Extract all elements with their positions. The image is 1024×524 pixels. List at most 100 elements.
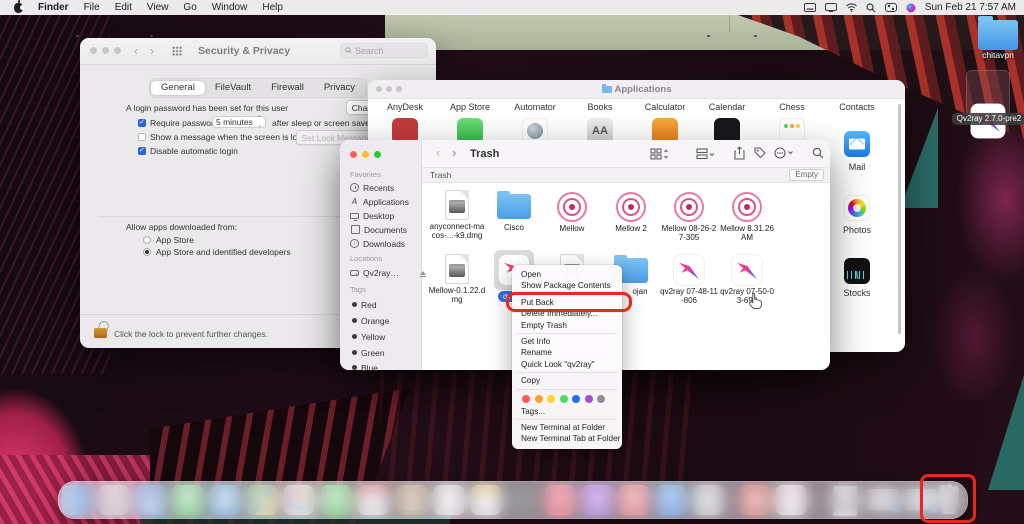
tag-yellow[interactable] xyxy=(547,395,555,403)
disable-auto-login-checkbox[interactable]: ✓ xyxy=(138,147,146,155)
stocks-app-icon[interactable] xyxy=(844,258,870,284)
file-mellow[interactable]: Mellow xyxy=(543,190,601,233)
security-search-field[interactable]: Search xyxy=(340,43,428,58)
menu-edit[interactable]: Edit xyxy=(115,2,132,13)
file-mellow-dmg[interactable]: Mellow-0.1.22.dmg xyxy=(428,254,486,304)
sidebar-item-desktop[interactable]: Desktop xyxy=(340,209,432,222)
sidebar-tag-blue[interactable]: Blue xyxy=(340,361,432,374)
sidebar-item-documents[interactable]: Documents xyxy=(340,223,432,236)
tag-blue[interactable] xyxy=(572,395,580,403)
app-label-appstore[interactable]: App Store xyxy=(450,102,490,112)
menu-item-quick-look[interactable]: Quick Look "qv2ray" xyxy=(512,359,622,370)
menu-item-copy[interactable]: Copy xyxy=(512,375,622,386)
close-button[interactable] xyxy=(350,151,357,158)
sidebar-item-qv2ray-disk[interactable]: Qv2ray… xyxy=(340,266,432,279)
forward-icon[interactable]: › xyxy=(150,45,154,57)
forward-icon[interactable]: › xyxy=(452,147,456,159)
sidebar-tag-yellow[interactable]: Yellow xyxy=(340,330,432,343)
tab-firewall[interactable]: Firewall xyxy=(261,81,314,95)
require-password-checkbox[interactable]: ✓ xyxy=(138,119,146,127)
zoom-button[interactable] xyxy=(114,47,121,54)
mail-app-icon[interactable] xyxy=(844,131,870,157)
sidebar-item-applications[interactable]: AApplications xyxy=(340,195,432,208)
sidebar-tag-orange[interactable]: Orange xyxy=(340,314,432,327)
menu-item-tags[interactable]: Tags... xyxy=(512,406,622,417)
spotlight-icon[interactable] xyxy=(866,3,876,13)
close-button[interactable] xyxy=(90,47,97,54)
display-icon[interactable] xyxy=(825,3,837,12)
scrollbar[interactable] xyxy=(898,104,901,334)
lock-icon[interactable] xyxy=(94,328,107,338)
show-all-icon[interactable] xyxy=(172,46,182,56)
file-qv2ray-0750[interactable]: qv2ray 07-50-03-692 xyxy=(718,255,776,305)
back-icon[interactable]: ‹ xyxy=(436,147,440,159)
file-anyconnect-dmg[interactable]: anyconnect-macos-...-k9.dmg xyxy=(428,190,486,240)
back-icon[interactable]: ‹ xyxy=(134,45,138,57)
search-icon[interactable] xyxy=(812,147,824,159)
menu-file[interactable]: File xyxy=(84,2,100,13)
trash-toolbar[interactable]: ‹ › Trash xyxy=(422,140,830,168)
sidebar-item-downloads[interactable]: ↓Downloads xyxy=(340,237,432,250)
menu-view[interactable]: View xyxy=(147,2,169,13)
menu-item-open[interactable]: Open xyxy=(512,269,622,280)
applications-titlebar[interactable]: Applications xyxy=(368,80,905,99)
menu-item-show-package-contents[interactable]: Show Package Contents xyxy=(512,280,622,291)
app-label-calculator[interactable]: Calculator xyxy=(645,102,686,112)
share-icon[interactable] xyxy=(734,146,745,160)
require-password-select[interactable]: 5 minutes ⌃⌄ xyxy=(212,116,266,128)
file-mellow-83126[interactable]: Mellow 8.31.26 AM xyxy=(718,190,776,242)
radio-app-store[interactable] xyxy=(143,236,151,244)
minimize-button[interactable] xyxy=(102,47,109,54)
menu-item-new-terminal-tab[interactable]: New Terminal Tab at Folder xyxy=(512,433,622,444)
tag-gray[interactable] xyxy=(597,395,605,403)
minimize-button[interactable] xyxy=(386,86,392,92)
sidebar-item-recents[interactable]: Recents xyxy=(340,181,432,194)
tab-privacy[interactable]: Privacy xyxy=(314,81,365,95)
menu-finder[interactable]: Finder xyxy=(38,2,69,13)
app-label-calendar[interactable]: Calendar xyxy=(709,102,746,112)
zoom-button[interactable] xyxy=(374,151,381,158)
group-by-icon[interactable] xyxy=(696,148,714,160)
file-cisco-folder[interactable]: Cisco xyxy=(485,190,543,232)
menu-go[interactable]: Go xyxy=(183,2,196,13)
wifi-icon[interactable] xyxy=(846,3,857,12)
show-message-checkbox[interactable] xyxy=(138,133,146,141)
menu-bar-clock[interactable]: Sun Feb 21 7:57 AM xyxy=(925,2,1016,13)
tag-green[interactable] xyxy=(560,395,568,403)
radio-app-store-identified[interactable] xyxy=(143,248,151,256)
keyboard-icon[interactable] xyxy=(804,3,816,12)
app-label-books[interactable]: Books xyxy=(587,102,612,112)
app-label-stocks[interactable]: Stocks xyxy=(843,288,870,298)
menu-item-get-info[interactable]: Get Info xyxy=(512,336,622,347)
file-qv2ray-0748[interactable]: qv2ray 07-48-11-806 xyxy=(660,255,718,305)
app-label-automator[interactable]: Automator xyxy=(514,102,556,112)
security-titlebar[interactable]: ‹ › Security & Privacy Search xyxy=(80,38,436,65)
siri-icon[interactable] xyxy=(906,3,916,13)
app-label-anydesk[interactable]: AnyDesk xyxy=(387,102,423,112)
eject-icon[interactable] xyxy=(420,271,426,275)
sidebar-tag-red[interactable]: Red xyxy=(340,298,432,311)
app-label-photos[interactable]: Photos xyxy=(843,225,871,235)
zoom-button[interactable] xyxy=(396,86,402,92)
app-label-chess[interactable]: Chess xyxy=(779,102,805,112)
tag-icon[interactable] xyxy=(754,147,766,159)
menu-help[interactable]: Help xyxy=(262,2,283,13)
empty-trash-button[interactable]: Empty xyxy=(789,169,824,181)
sidebar-tag-green[interactable]: Green xyxy=(340,346,432,359)
desktop-folder-chitavpn[interactable] xyxy=(978,20,1018,50)
tag-purple[interactable] xyxy=(585,395,593,403)
apple-menu-icon[interactable] xyxy=(14,3,23,13)
tab-general[interactable]: General xyxy=(151,81,205,95)
tab-filevault[interactable]: FileVault xyxy=(205,81,261,95)
menu-window[interactable]: Window xyxy=(212,2,248,13)
app-label-contacts[interactable]: Contacts xyxy=(839,102,875,112)
desktop-folder-label[interactable]: chitavpn xyxy=(982,50,1014,60)
file-mellow-2[interactable]: Mellow 2 xyxy=(602,190,660,233)
tag-red[interactable] xyxy=(522,395,530,403)
close-button[interactable] xyxy=(376,86,382,92)
photos-app-icon[interactable] xyxy=(844,195,870,221)
minimize-button[interactable] xyxy=(362,151,369,158)
more-actions-icon[interactable] xyxy=(774,147,794,159)
menu-item-rename[interactable]: Rename xyxy=(512,347,622,358)
control-center-icon[interactable] xyxy=(885,3,897,12)
